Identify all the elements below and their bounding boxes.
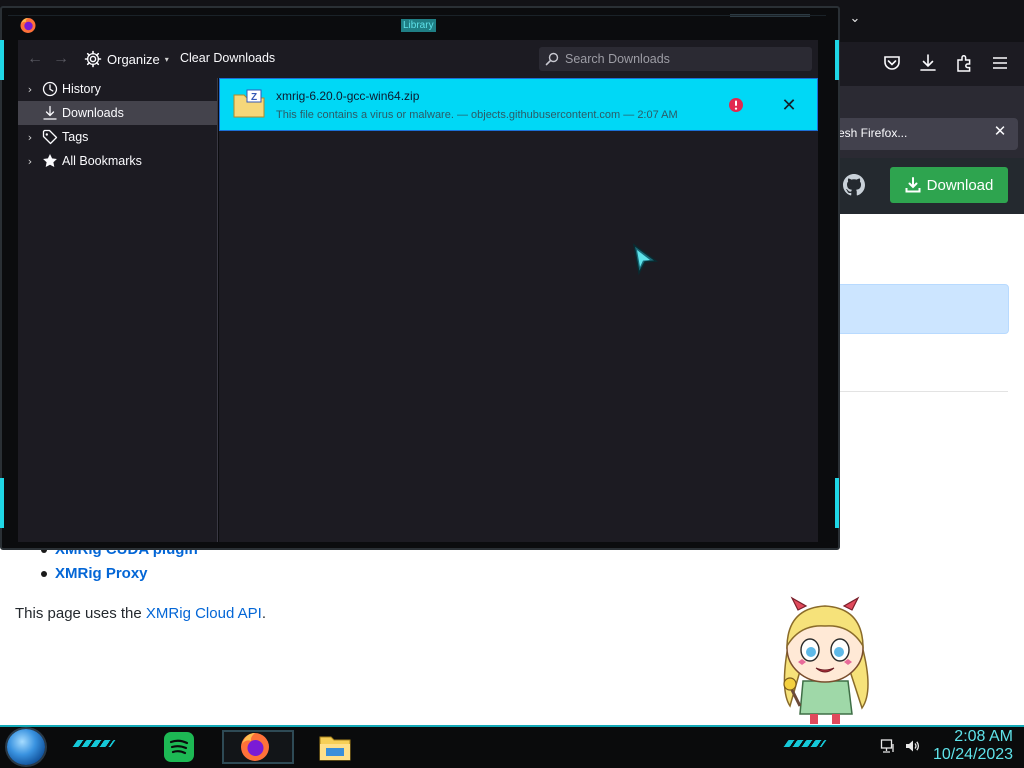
- extensions-icon[interactable]: [953, 52, 975, 74]
- tag-icon: [42, 129, 58, 145]
- close-notice-button[interactable]: ✕: [991, 122, 1009, 142]
- sidebar-item-label: All Bookmarks: [62, 154, 142, 168]
- download-status: This file contains a virus or malware. —…: [276, 109, 678, 121]
- list-item[interactable]: XMRig Proxy: [36, 562, 198, 586]
- clear-downloads-button[interactable]: Clear Downloads: [180, 51, 275, 65]
- sidebar-item-label: Tags: [62, 130, 89, 144]
- chevron-down-icon: ▾: [164, 54, 169, 64]
- start-button[interactable]: [7, 729, 45, 765]
- pocket-icon[interactable]: [881, 52, 903, 74]
- star-character-sticker: [783, 596, 869, 724]
- menu-icon[interactable]: [989, 52, 1011, 74]
- malware-warning-icon[interactable]: [728, 97, 744, 113]
- network-icon[interactable]: [880, 738, 896, 754]
- sidebar-item-label: Downloads: [62, 106, 124, 120]
- spotify-icon[interactable]: [162, 731, 196, 763]
- refresh-notice-text: resh Firefox...: [834, 126, 908, 140]
- taskbar-decoration: [72, 740, 116, 747]
- divider: [820, 391, 1008, 392]
- page-footer-text: This page uses the XMRig Cloud API.: [15, 604, 266, 624]
- star-icon: [43, 154, 57, 167]
- svg-text:Z: Z: [251, 92, 257, 103]
- forward-button[interactable]: →: [52, 50, 70, 68]
- sidebar-item-history[interactable]: › History: [18, 77, 217, 101]
- clock-icon: [42, 81, 58, 97]
- list-all-tabs-button[interactable]: ⌄: [846, 10, 864, 28]
- firefox-icon[interactable]: [238, 731, 272, 763]
- clock-time[interactable]: 2:08 AM: [933, 728, 1013, 746]
- download-icon: [43, 105, 57, 120]
- download-button[interactable]: Download: [890, 167, 1008, 203]
- download-button-label: Download: [926, 176, 994, 194]
- xmrig-cloud-api-link[interactable]: XMRig Cloud API: [146, 605, 262, 622]
- frame-accent: [835, 40, 839, 80]
- search-icon: [545, 52, 559, 66]
- mouse-cursor-icon: [632, 243, 659, 275]
- download-icon: [905, 177, 921, 193]
- info-alert: [820, 284, 1009, 334]
- organize-label: Organize: [107, 51, 160, 67]
- firefox-logo-icon: [20, 18, 36, 33]
- taskbar-decoration: [783, 740, 827, 747]
- sidebar-item-downloads[interactable]: Downloads: [18, 101, 217, 125]
- file-explorer-icon[interactable]: [318, 731, 352, 763]
- sidebar-item-label: History: [62, 82, 101, 96]
- library-window-title: Library: [401, 19, 436, 32]
- search-downloads-input[interactable]: [565, 52, 812, 66]
- chevron-right-icon[interactable]: ›: [18, 155, 42, 168]
- gear-icon: [84, 50, 102, 68]
- back-button[interactable]: ←: [26, 50, 44, 68]
- footer-text-before: This page uses the: [15, 605, 146, 622]
- volume-icon[interactable]: [904, 738, 920, 754]
- download-filename: xmrig-6.20.0-gcc-win64.zip: [276, 89, 420, 103]
- zip-file-icon: Z: [233, 89, 265, 118]
- taskbar: [0, 725, 1024, 768]
- downloads-list: [219, 78, 818, 542]
- chevron-right-icon[interactable]: ›: [18, 83, 42, 96]
- frame-accent: [0, 40, 4, 80]
- organize-menu-button[interactable]: Organize ▾: [84, 48, 169, 70]
- clock-date[interactable]: 10/24/2023: [933, 746, 1013, 764]
- github-icon[interactable]: [843, 174, 865, 196]
- sidebar-item-tags[interactable]: › Tags: [18, 125, 217, 149]
- sidebar-item-all-bookmarks[interactable]: › All Bookmarks: [18, 149, 217, 173]
- chevron-right-icon[interactable]: ›: [18, 131, 42, 144]
- frame-accent: [835, 478, 839, 528]
- search-downloads-field[interactable]: [539, 47, 812, 71]
- remove-download-button[interactable]: ✕: [779, 95, 799, 115]
- frame-accent: [0, 478, 4, 528]
- downloads-toolbar-icon[interactable]: [917, 52, 939, 74]
- title-divider: [8, 15, 826, 16]
- footer-text-after: .: [261, 605, 266, 622]
